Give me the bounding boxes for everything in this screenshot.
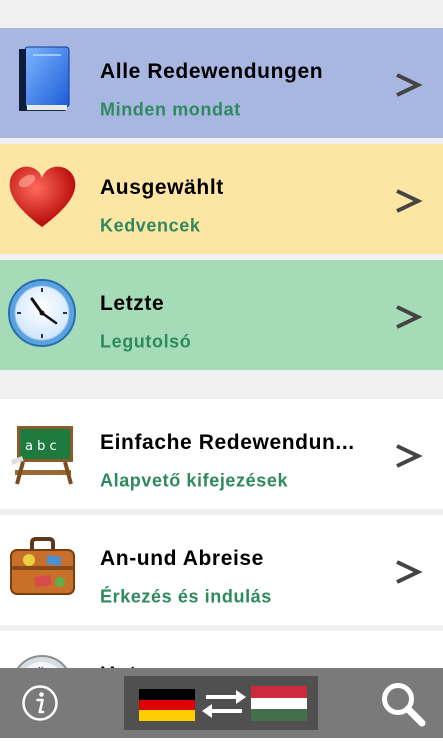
category-subtitle: Alapvető kifejezések [100, 470, 289, 491]
bottom-app-bar [0, 668, 443, 738]
category-subtitle: Minden mondat [100, 99, 241, 120]
category-subtitle: Kedvencek [100, 215, 201, 236]
category-title: An-und Abreise [100, 547, 264, 570]
category-title: Ausgewählt [100, 176, 224, 199]
heart-icon [9, 166, 76, 227]
chalkboard-icon: a b c [10, 426, 73, 485]
german-flag-icon [139, 689, 195, 721]
language-switch-button[interactable] [124, 676, 318, 730]
search-icon[interactable] [380, 681, 426, 727]
chevron-right-icon [396, 560, 423, 584]
category-row-all-phrases[interactable]: Alle Redewendungen Minden mondat [0, 28, 443, 138]
hungarian-flag-icon [251, 686, 307, 721]
chevron-right-icon [396, 73, 423, 97]
category-row-basic-phrases[interactable]: a b c Einfache Redewendun... Alapvető ki… [0, 399, 443, 509]
category-subtitle: Érkezés és indulás [100, 586, 272, 607]
language-switch-graphic [139, 686, 307, 721]
swap-arrows-icon [202, 690, 246, 718]
category-row-favorites[interactable]: Ausgewählt Kedvencek [0, 144, 443, 254]
chevron-right-icon [396, 305, 423, 329]
category-title: Einfache Redewendun... [100, 431, 355, 454]
chevron-right-icon [396, 444, 423, 468]
chevron-right-icon [396, 189, 423, 213]
info-icon[interactable] [21, 684, 59, 722]
svg-text:a b c: a b c [25, 439, 57, 454]
clock-icon [8, 279, 76, 347]
book-icon [19, 46, 70, 111]
category-title: Letzte [100, 292, 165, 315]
category-row-recent[interactable]: Letzte Legutolsó [0, 260, 443, 370]
category-row-arrival-departure[interactable]: An-und Abreise Érkezés és indulás [0, 515, 443, 625]
category-title: Alle Redewendungen [100, 60, 324, 83]
suitcase-icon [10, 537, 75, 595]
category-subtitle: Legutolsó [100, 331, 192, 352]
